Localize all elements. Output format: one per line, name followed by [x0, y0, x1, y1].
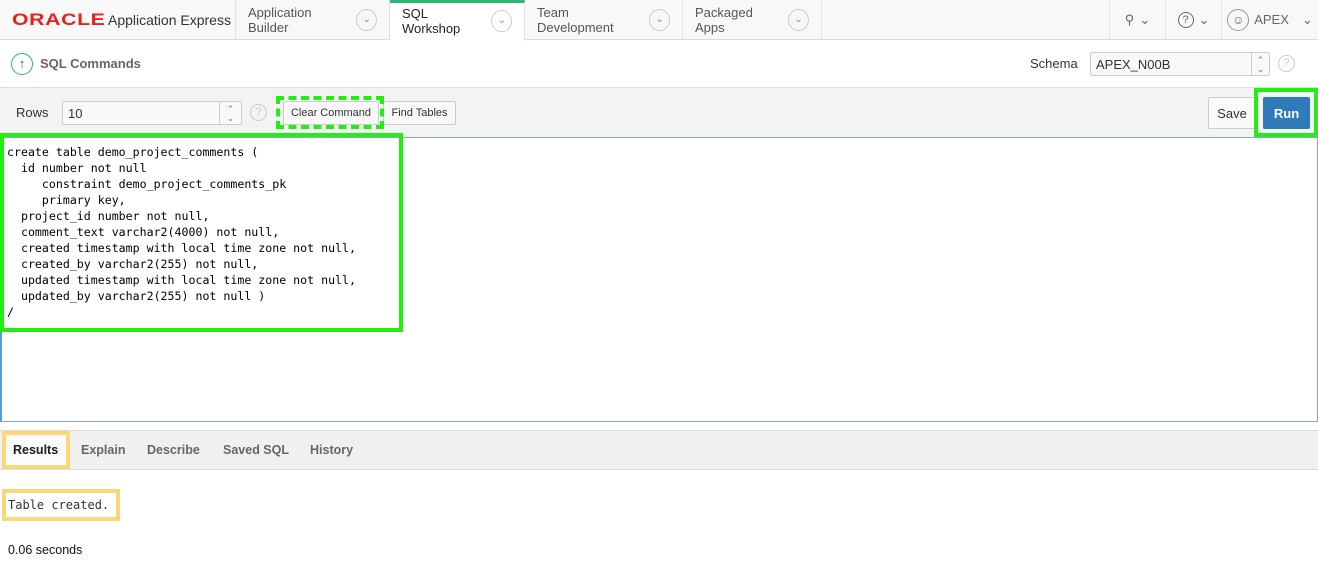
schema-select[interactable]: APEX_N00B ⌃ ⌄	[1090, 52, 1270, 76]
elapsed-time: 0.06 seconds	[8, 543, 83, 557]
help-menu[interactable]: ? ⌄	[1165, 0, 1221, 39]
oracle-apex-logo[interactable]: ORACLE Application Express	[0, 0, 236, 39]
admin-menu[interactable]: ⚲ ⌄	[1109, 0, 1165, 39]
help-icon: ?	[1177, 11, 1194, 28]
help-icon[interactable]: ?	[250, 104, 267, 121]
user-menu[interactable]: ☺ APEX ⌄	[1221, 0, 1318, 39]
chevron-down-icon[interactable]: ⌄	[356, 8, 377, 31]
chevron-down-icon: ⌄	[1139, 11, 1151, 27]
avatar-icon: ☺	[1227, 8, 1250, 31]
save-button[interactable]: Save	[1208, 97, 1256, 129]
run-highlight	[1254, 88, 1318, 137]
user-wrench-icon: ⚲	[1124, 11, 1135, 27]
clear-highlight	[276, 96, 384, 129]
tab-packaged-apps[interactable]: Packaged Apps ⌄	[683, 0, 822, 39]
updown-icon: ⌃ ⌄	[1251, 53, 1269, 75]
page-header: ↑ SQL Commands Schema APEX_N00B ⌃ ⌄ ?	[0, 40, 1318, 88]
help-icon[interactable]: ?	[1278, 55, 1295, 72]
toolbar: Rows 10 ⌃ ⌄ ? Clear Command Find Tables Sa…	[0, 88, 1318, 137]
chevron-down-icon[interactable]: ⌄	[491, 9, 512, 32]
updown-icon[interactable]: ⌃ ⌄	[219, 102, 241, 124]
find-tables-button[interactable]: Find Tables	[383, 101, 456, 125]
tab-results-label: Results	[13, 443, 59, 457]
chevron-down-icon[interactable]: ⌄	[649, 8, 670, 31]
top-nav: ORACLE Application Express Application Bu…	[0, 0, 1318, 41]
chevron-down-icon: ⌄	[1301, 11, 1313, 27]
tab-sql-workshop[interactable]: SQL Workshop ⌄	[390, 0, 525, 41]
chevron-down-icon[interactable]: ⌄	[788, 8, 809, 31]
tab-describe[interactable]: Describe	[147, 443, 200, 457]
tab-team-development[interactable]: Team Development ⌄	[525, 0, 683, 39]
tab-saved-sql[interactable]: Saved SQL	[223, 443, 289, 457]
page-title: SQL Commands	[40, 56, 141, 71]
result-message: Table created.	[8, 498, 110, 512]
tab-application-builder[interactable]: Application Builder ⌄	[236, 0, 390, 39]
tab-explain[interactable]: Explain	[81, 443, 125, 457]
results-tabs: Results Explain Describe Saved SQL Histo…	[0, 430, 1318, 470]
up-arrow-icon[interactable]: ↑	[11, 53, 33, 75]
code-highlight	[0, 133, 403, 332]
tab-history[interactable]: History	[310, 443, 353, 457]
chevron-down-icon: ⌄	[1198, 11, 1210, 27]
rows-input[interactable]: 10 ⌃ ⌄	[62, 101, 242, 125]
